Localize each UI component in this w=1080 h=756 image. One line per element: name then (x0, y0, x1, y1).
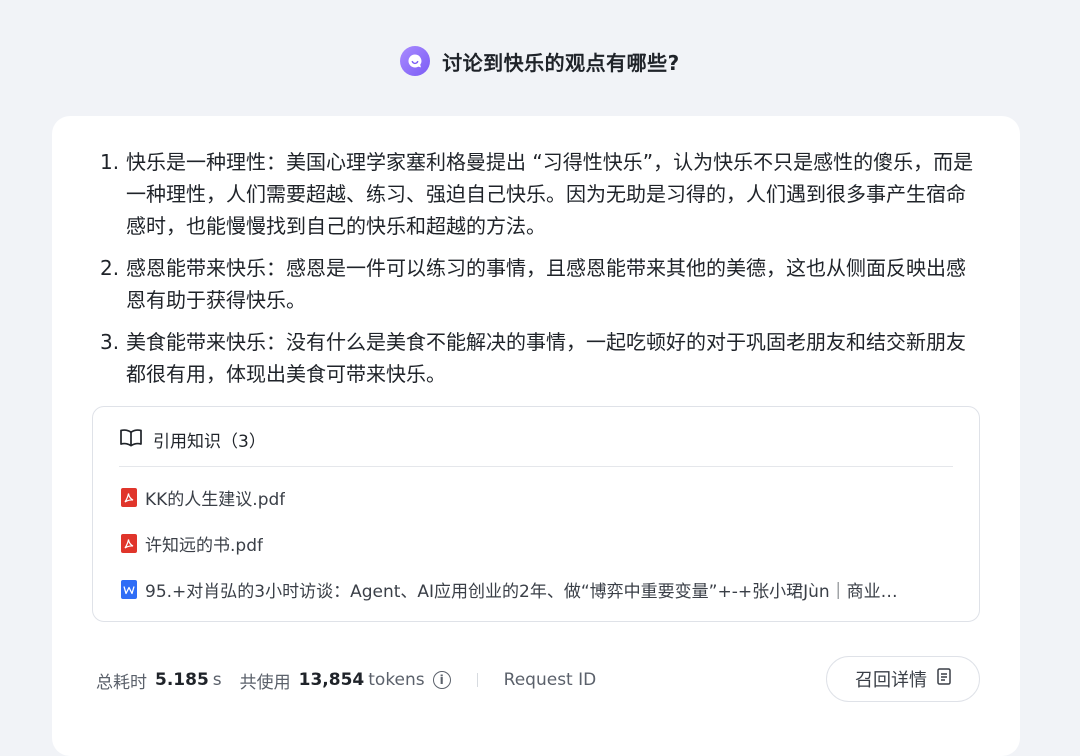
answer-item-number: 2. (100, 256, 120, 280)
answer-list: 1. 快乐是一种理性：美国心理学家塞利格曼提出 “习得性快乐”，认为快乐不只是感… (100, 146, 980, 400)
answer-item-number: 1. (100, 150, 120, 174)
answer-item-text: 感恩能带来快乐：感恩是一件可以练习的事情，且感恩能带来其他的美德，这也从侧面反映… (126, 256, 966, 312)
references-title: 引用知识（3） (153, 432, 266, 452)
answer-item-text: 快乐是一种理性：美国心理学家塞利格曼提出 “习得性快乐”，认为快乐不只是感性的傻… (126, 150, 974, 238)
recall-details-label: 召回详情 (855, 670, 927, 691)
answer-item: 1. 快乐是一种理性：美国心理学家塞利格曼提出 “习得性快乐”，认为快乐不只是感… (100, 146, 980, 242)
pdf-icon (121, 488, 137, 507)
assistant-avatar-icon (400, 46, 431, 76)
reference-item[interactable]: 95.+对肖弘的3小时访谈：Agent、AI应用创业的2年、做“博弈中重要变量”… (121, 577, 898, 602)
pdf-icon (121, 534, 137, 553)
references-panel: 引用知识（3） KK的人生建议.pdf 许知远的书.pdf 95.+对肖弘的3小… (92, 406, 980, 622)
answer-item: 3. 美食能带来快乐：没有什么是美食不能解决的事情，一起吃顿好的对于巩固老朋友和… (100, 326, 980, 390)
recall-details-button[interactable]: 召回详情 (826, 656, 980, 702)
word-icon (121, 580, 137, 599)
info-icon[interactable]: i (432, 671, 451, 689)
reference-item[interactable]: KK的人生建议.pdf (121, 485, 285, 510)
time-unit: s (212, 670, 222, 690)
answer-card: 1. 快乐是一种理性：美国心理学家塞利格曼提出 “习得性快乐”，认为快乐不只是感… (52, 116, 1020, 756)
reference-name: 许知远的书.pdf (145, 536, 263, 556)
time-value: 5.185 (155, 670, 209, 690)
reference-name: KK的人生建议.pdf (145, 490, 286, 510)
divider (119, 466, 953, 467)
divider (476, 673, 478, 687)
stats-footer: 总耗时 5.185 s 共使用 13,854 tokens i Request … (96, 656, 980, 704)
answer-item-text: 美食能带来快乐：没有什么是美食不能解决的事情，一起吃顿好的对于巩固老朋友和结交新… (126, 330, 966, 386)
time-label: 总耗时 (96, 672, 147, 693)
question-text: 讨论到快乐的观点有哪些? (442, 50, 680, 75)
tokens-label: 共使用 (239, 672, 291, 693)
question-header: 讨论到快乐的观点有哪些? (0, 46, 1080, 76)
reference-name: 95.+对肖弘的3小时访谈：Agent、AI应用创业的2年、做“博弈中重要变量”… (145, 582, 898, 602)
document-icon (937, 668, 951, 690)
references-header: 引用知识（3） (119, 427, 266, 452)
tokens-unit: tokens (368, 670, 425, 690)
request-id-link[interactable]: Request ID (504, 670, 597, 690)
tokens-value: 13,854 (298, 670, 365, 690)
book-icon (119, 427, 143, 452)
answer-item: 2. 感恩能带来快乐：感恩是一件可以练习的事情，且感恩能带来其他的美德，这也从侧… (100, 252, 980, 316)
answer-item-number: 3. (100, 330, 120, 354)
reference-item[interactable]: 许知远的书.pdf (121, 531, 263, 556)
